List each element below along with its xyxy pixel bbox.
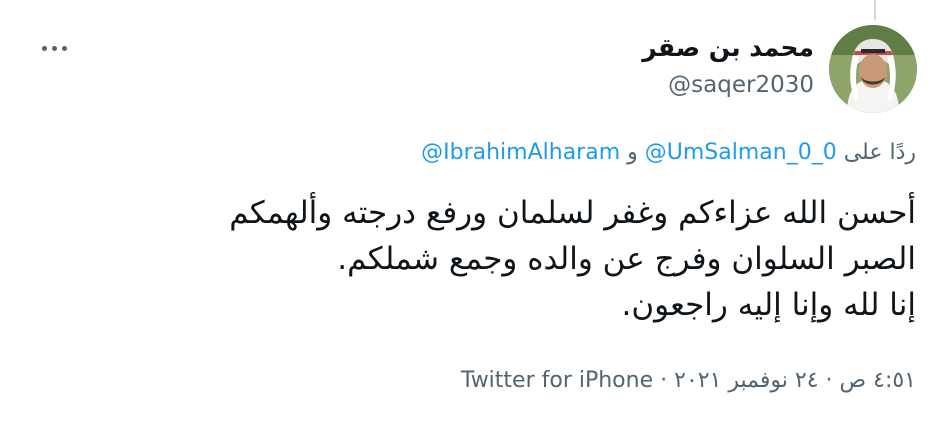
more-options-icon[interactable]	[36, 38, 72, 58]
author-handle[interactable]: @saqer2030	[642, 68, 814, 102]
author-display-name[interactable]: محمد بن صقر	[642, 30, 814, 66]
avatar[interactable]	[829, 25, 917, 113]
tweet-text-line: إنا لله وإنا إليه راجعون.	[621, 287, 916, 323]
tweet-text: أحسن الله عزاءكم وغفر لسلمان ورفع درجته …	[36, 190, 916, 328]
mention-ibrahimalharam-link[interactable]: @IbrahimAlharam	[421, 140, 620, 165]
meta-separator: ·	[660, 368, 668, 393]
mention-umsalman-link[interactable]: @UmSalman_0_0	[645, 140, 837, 165]
more-dot	[41, 45, 47, 51]
thread-connector-line	[874, 0, 876, 20]
meta-separator: ·	[825, 368, 833, 393]
replying-to: ردًا على @UmSalman_0_0 و @IbrahimAlharam	[421, 140, 916, 165]
reply-conjunction: و	[627, 140, 638, 165]
tweet-time[interactable]: ٤:٥١ ص	[840, 368, 916, 393]
tweet-text-line: أحسن الله عزاءكم وغفر لسلمان ورفع درجته …	[229, 195, 916, 231]
more-dot	[51, 45, 57, 51]
tweet-date[interactable]: ٢٤ نوفمبر ٢٠٢١	[674, 368, 818, 393]
reply-prefix: ردًا على	[843, 140, 916, 165]
avatar-photo	[829, 25, 917, 113]
more-dot	[61, 45, 67, 51]
tweet-meta: ٤:٥١ ص · ٢٤ نوفمبر ٢٠٢١ · Twitter for iP…	[461, 368, 916, 393]
tweet-source[interactable]: Twitter for iPhone	[461, 368, 653, 393]
tweet-author: محمد بن صقر @saqer2030	[642, 30, 814, 102]
tweet-text-line: الصبر السلوان وفرج عن والده وجمع شملكم.	[337, 241, 916, 277]
